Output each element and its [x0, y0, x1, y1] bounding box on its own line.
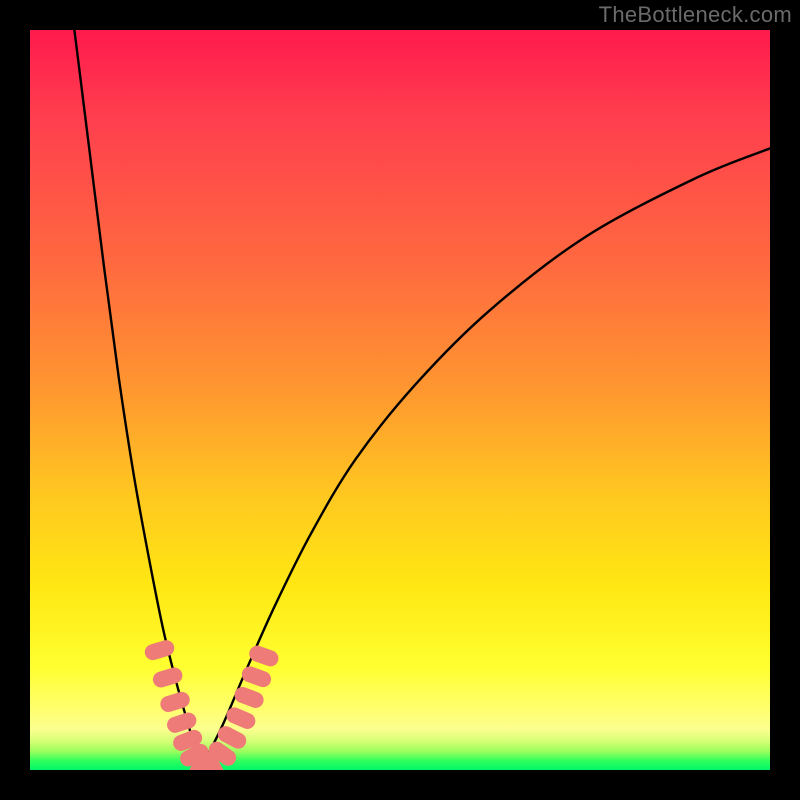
trough-marker: [240, 664, 274, 689]
watermark-text: TheBottleneck.com: [599, 2, 792, 28]
trough-marker: [151, 666, 184, 690]
trough-marker-group: [143, 638, 281, 770]
curve-left-branch: [74, 30, 200, 770]
trough-marker: [247, 643, 281, 668]
curve-layer: [30, 30, 770, 770]
chart-stage: TheBottleneck.com: [0, 0, 800, 800]
trough-marker: [158, 690, 191, 714]
curve-right-branch: [200, 148, 770, 770]
plot-area: [30, 30, 770, 770]
